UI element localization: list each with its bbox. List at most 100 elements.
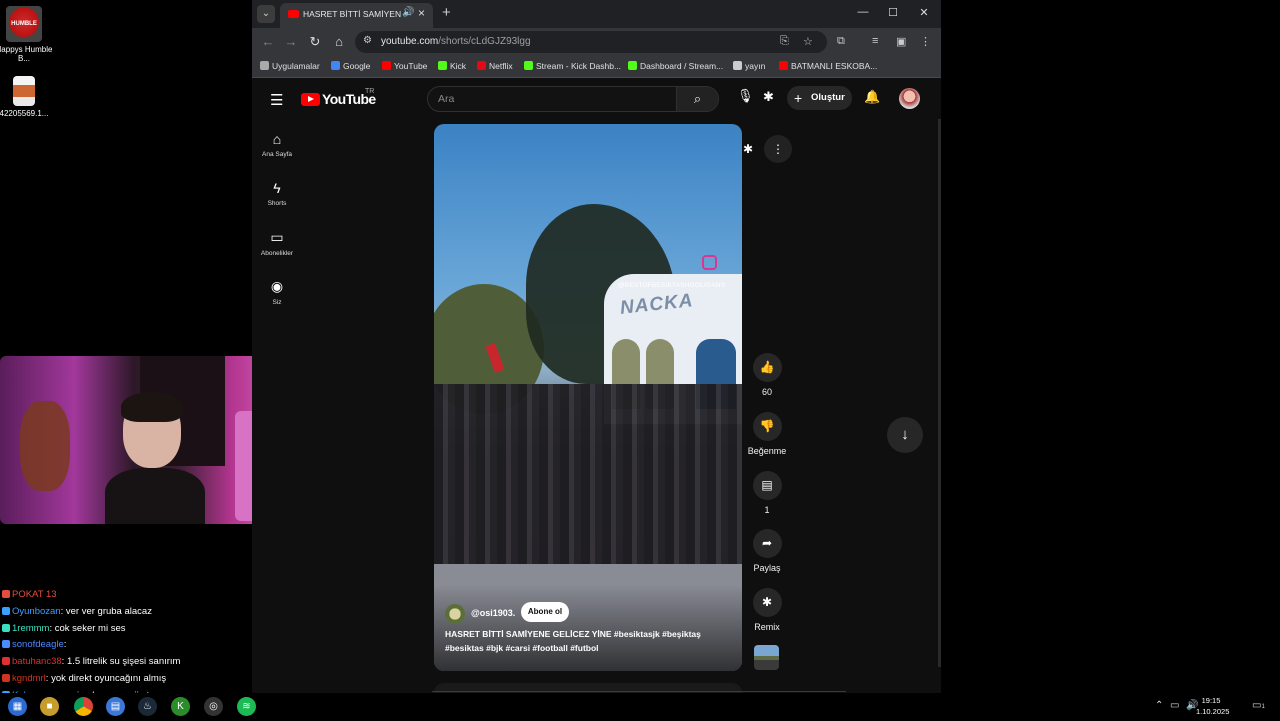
browser-window: ⌄ HASRET BİTTİ SAMİYENE GELİCEZ YİNE 🔊 ×… [252, 0, 941, 693]
sidebar-item-home[interactable]: ⌂ Ana Sayfa [252, 131, 302, 158]
region-code: TR [365, 88, 375, 95]
close-tab-icon[interactable]: × [418, 6, 425, 20]
minimize-button[interactable]: — [848, 6, 878, 18]
desktop-icon-file[interactable]: 42205569.1... [0, 76, 54, 118]
chat-text: : [63, 639, 67, 651]
install-app-icon[interactable]: ⎘ [780, 35, 789, 48]
profile-icon[interactable]: ▣ [896, 35, 906, 48]
streamer [105, 392, 205, 524]
like-count: 60 [761, 387, 772, 397]
comments-button[interactable]: ▤ 1 [750, 471, 784, 515]
sidebar-item-subscriptions[interactable]: ▭ Abonelikler [252, 229, 302, 257]
bookmark-item[interactable]: yayın [733, 61, 765, 71]
chat-username: kgndmrl [12, 672, 46, 684]
bookmark-item[interactable]: Kick [438, 61, 466, 71]
tray-overflow-icon[interactable]: ⌃ [1155, 700, 1163, 711]
taskbar-app-1[interactable]: ▦ [8, 697, 27, 716]
youtube-icon [382, 61, 391, 70]
sidebar-item-you[interactable]: ◉ Siz [252, 278, 302, 306]
search-button[interactable]: ⌕ [676, 87, 718, 111]
page-scrollbar[interactable] [938, 119, 941, 667]
remix-action-icon: ✱ [752, 588, 782, 617]
bookmark-item[interactable]: BATMANLI ESKOBA... [779, 61, 877, 71]
more-options-icon[interactable]: ⋮ [764, 135, 792, 163]
hamburger-menu-icon[interactable]: ☰ [270, 91, 283, 109]
chat-text: : ver ver gruba alacaz [60, 605, 152, 617]
maximize-button[interactable]: ☐ [878, 6, 908, 19]
bookmark-item[interactable]: YouTube [382, 61, 427, 71]
chat-message: sonofdeagle: [2, 637, 252, 654]
new-tab-button[interactable]: + [442, 4, 451, 21]
plus-icon: + [794, 90, 803, 106]
forward-button[interactable]: → [283, 34, 299, 49]
shorts-video-player[interactable]: NACKA @BESTOFBESIKTASHOOLIGANS @osi1903.… [434, 124, 742, 671]
audio-playing-icon[interactable]: 🔊 [402, 7, 414, 18]
share-label: Paylaş [753, 563, 781, 573]
bookmark-item[interactable]: Stream - Kick Dashb... [524, 61, 621, 71]
kick-icon [438, 61, 447, 70]
kick-app-icon[interactable]: K [171, 697, 190, 716]
sidebar-item-label: Ana Sayfa [262, 151, 292, 158]
system-clock[interactable]: 19:15 1.10.2025 [1196, 695, 1229, 717]
chrome-icon[interactable] [74, 697, 93, 716]
address-bar[interactable]: ⚙ youtube.com/shorts/cLdGJZ93lgg ⎘ ☆ [355, 31, 827, 53]
chat-message: Oyunbozan: ver ver gruba alacaz [2, 604, 252, 621]
tab-search-button[interactable]: ⌄ [257, 5, 275, 23]
file-icon [13, 76, 35, 106]
chat-message: kgndmrl: yok direkt oyuncağını almış [2, 671, 252, 688]
notifications-bell-icon[interactable]: 🔔 [864, 89, 880, 105]
url-text[interactable]: youtube.com/shorts/cLdGJZ93lgg [381, 36, 531, 47]
chat-username: batuhanc38 [12, 656, 62, 668]
create-button[interactable]: + Oluştur [787, 86, 852, 110]
comment-count: 1 [764, 505, 770, 515]
site-info-icon[interactable]: ⚙ [363, 35, 372, 46]
remix-label: Remix [754, 622, 780, 632]
channel-name[interactable]: @osi1903. [471, 608, 515, 618]
obs-icon[interactable]: ◎ [204, 697, 223, 716]
thumbs-up-icon: 👍 [752, 353, 782, 382]
bookmark-item[interactable]: Google [331, 61, 370, 71]
chat-message: 1remmm: cok seker mi ses [2, 621, 252, 638]
sidebar-item-shorts[interactable]: ϟ Shorts [252, 180, 302, 207]
remix-header-icon[interactable]: ✱ [763, 89, 774, 105]
video-caption[interactable]: HASRET BİTTİ SAMİYENE GELİCEZ YİNE #besi… [445, 628, 735, 655]
network-icon[interactable]: ▭ [1170, 700, 1179, 711]
bookmark-label: Uygulamalar [272, 61, 320, 71]
desktop-icon-humble[interactable]: HUMBLE Happys Humble B... [0, 6, 54, 63]
voice-search-icon[interactable]: 🎙 [737, 88, 754, 104]
taskbar: ▦ ■ ▤ ♨ K ◎ ≋ ⌃ ▭ 🔊 19:15 1.10.2025 ▭1 [0, 693, 1280, 720]
dislike-button[interactable]: 👎 Beğenme [748, 412, 786, 456]
like-button[interactable]: 👍 60 [750, 353, 784, 397]
bookmark-item[interactable]: Dashboard / Stream... [628, 61, 723, 71]
subscriptions-icon: ▭ [270, 229, 284, 245]
sound-thumbnail[interactable] [754, 645, 779, 670]
media-controls-icon[interactable]: ≡ [872, 35, 878, 47]
channel-avatar[interactable] [445, 604, 465, 624]
taskbar-app-2[interactable]: ■ [40, 697, 59, 716]
bookmark-item[interactable]: Netflix [477, 61, 513, 71]
remix-icon[interactable]: ✱ [743, 142, 753, 156]
extensions-icon[interactable]: ⧉ [837, 35, 845, 48]
chat-badge-icon [2, 606, 10, 615]
steam-icon[interactable]: ♨ [138, 697, 157, 716]
share-button[interactable]: ➦ Paylaş [750, 529, 784, 573]
bookmark-item[interactable]: Uygulamalar [260, 61, 320, 71]
subscribe-button[interactable]: Abone ol [521, 602, 569, 622]
tab-active[interactable]: HASRET BİTTİ SAMİYENE GELİCEZ YİNE 🔊 × [280, 3, 433, 28]
back-button[interactable]: ← [260, 34, 276, 49]
next-video-button[interactable]: ↓ [887, 417, 923, 453]
search-input[interactable]: Ara [438, 93, 454, 105]
close-window-button[interactable]: ✕ [909, 6, 939, 19]
youtube-logo-icon[interactable] [301, 93, 320, 106]
search-box[interactable]: Ara ⌕ [427, 86, 719, 112]
home-button[interactable]: ⌂ [331, 34, 347, 49]
bookmark-star-icon[interactable]: ☆ [803, 35, 813, 48]
remix-button[interactable]: ✱ Remix [750, 588, 784, 632]
menu-kebab-icon[interactable]: ⋮ [920, 35, 931, 48]
account-avatar[interactable] [899, 88, 920, 109]
file-explorer-icon[interactable]: ▤ [106, 697, 125, 716]
spotify-icon[interactable]: ≋ [237, 697, 256, 716]
reload-button[interactable]: ↻ [307, 34, 323, 50]
chat-username: 1remmm [12, 622, 50, 634]
notification-center-icon[interactable]: ▭1 [1252, 700, 1265, 711]
